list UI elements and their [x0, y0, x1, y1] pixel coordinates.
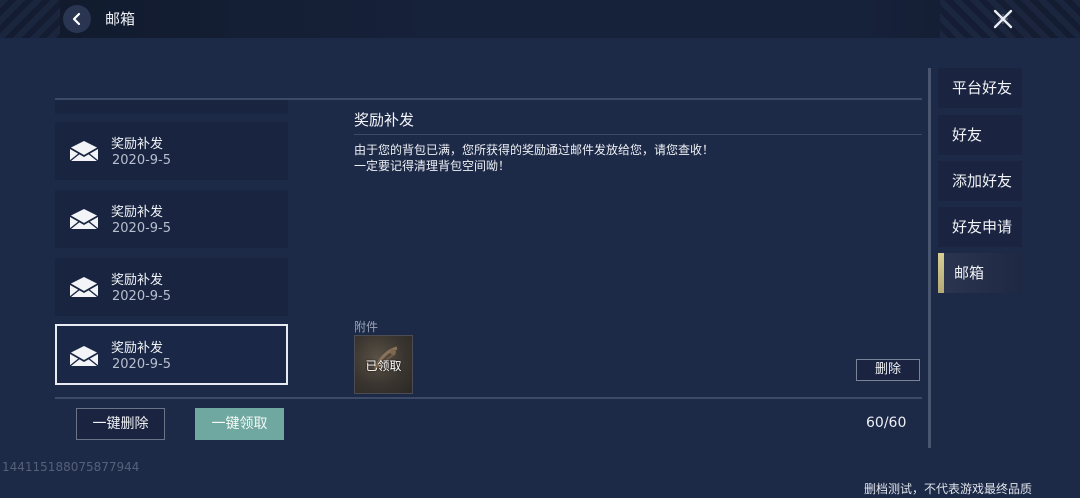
top-bar — [0, 0, 1080, 38]
tab-mailbox[interactable]: 邮箱 — [938, 253, 1022, 293]
mail-list-item[interactable]: 奖励补发 2020-9-5 — [55, 190, 288, 248]
user-id: 144115188075877944 — [2, 460, 140, 474]
tab-friend-requests[interactable]: 好友申请 — [938, 207, 1022, 247]
mail-body-line: 由于您的背包已满，您所获得的奖励通过邮件发放给您，请您查收！ — [354, 143, 715, 157]
mail-list-item-selected[interactable]: 奖励补发 2020-9-5 — [55, 324, 288, 385]
page-title: 邮箱 — [105, 10, 136, 28]
mail-list-item[interactable]: 奖励补发 2020-9-5 — [55, 258, 288, 316]
tabs-rail — [928, 68, 931, 448]
mail-date: 2020-9-5 — [112, 289, 172, 304]
envelope-icon — [69, 209, 99, 230]
mail-detail-body: 由于您的背包已满，您所获得的奖励通过邮件发放给您，请您查收！ 一定要记得清理背包… — [354, 142, 714, 174]
tab-add-friend[interactable]: 添加好友 — [938, 161, 1022, 201]
chevron-left-icon — [72, 12, 81, 26]
attachment-claimed-label: 已领取 — [365, 359, 402, 373]
mail-detail-title: 奖励补发 — [354, 111, 415, 129]
mail-subject: 奖励补发 — [111, 273, 164, 288]
envelope-icon — [69, 277, 99, 298]
mail-subject: 奖励补发 — [111, 137, 164, 152]
content-divider-bottom — [55, 397, 922, 399]
tab-platform-friends[interactable]: 平台好友 — [938, 68, 1022, 108]
delete-mail-button[interactable]: 删除 — [856, 359, 920, 381]
attachment-label: 附件 — [354, 320, 379, 334]
envelope-icon — [69, 141, 99, 162]
back-button[interactable] — [63, 5, 91, 33]
attachment-item[interactable]: 已领取 — [354, 335, 413, 394]
tab-friends[interactable]: 好友 — [938, 115, 1022, 155]
mail-date: 2020-9-5 — [112, 221, 172, 236]
detail-divider — [354, 134, 922, 135]
delete-all-button[interactable]: 一键删除 — [76, 408, 165, 440]
mail-list-item[interactable]: 奖励补发 2020-9-5 — [55, 122, 288, 180]
mail-subject: 奖励补发 — [111, 205, 164, 220]
close-button[interactable] — [988, 4, 1018, 34]
close-icon — [993, 9, 1013, 29]
list-item-partial — [55, 100, 288, 114]
envelope-icon — [69, 346, 99, 367]
mail-date: 2020-9-5 — [112, 357, 172, 372]
mail-count: 60/60 — [866, 415, 907, 431]
disclaimer-text: 删档测试，不代表游戏最终品质 — [864, 482, 1033, 496]
mail-body-line: 一定要记得清理背包空间呦！ — [354, 159, 511, 173]
mail-subject: 奖励补发 — [111, 341, 164, 356]
claim-all-button[interactable]: 一键领取 — [195, 408, 284, 440]
header-ornament-left — [0, 0, 60, 38]
mail-date: 2020-9-5 — [112, 153, 172, 168]
